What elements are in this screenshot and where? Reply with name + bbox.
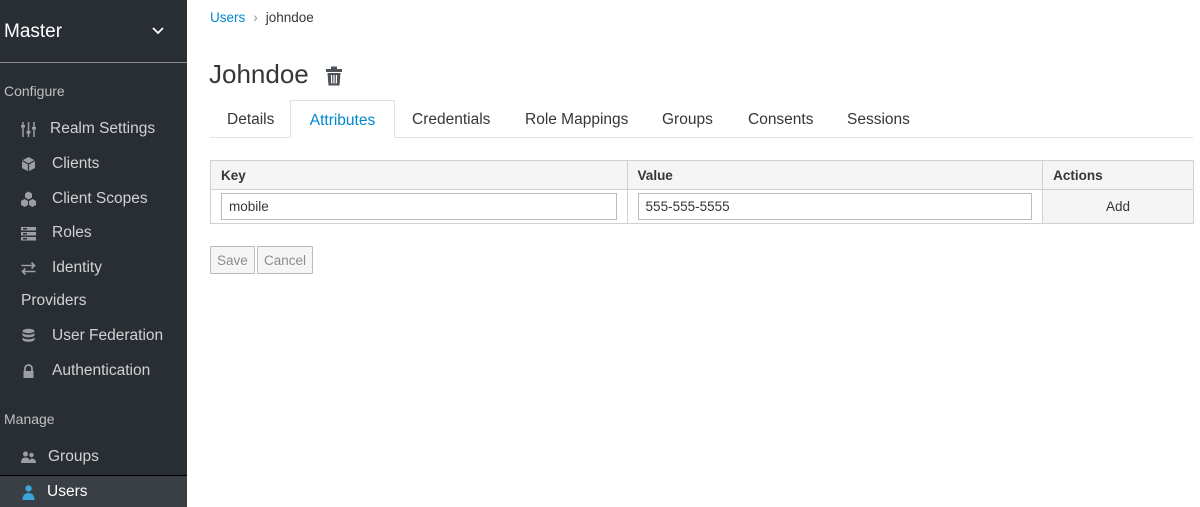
sidebar-item-label: Roles — [52, 224, 92, 241]
value-cell — [626, 189, 1044, 224]
tab-sessions[interactable]: Sessions — [847, 100, 910, 138]
tab-credentials[interactable]: Credentials — [412, 100, 490, 138]
sliders-icon — [21, 122, 36, 137]
users-icon — [21, 451, 36, 463]
breadcrumb-current: johndoe — [265, 10, 314, 25]
cancel-button[interactable]: Cancel — [257, 246, 314, 274]
exchange-icon — [21, 261, 36, 276]
sidebar-item-label: Realm Settings — [50, 120, 156, 137]
section-manage: Manage — [4, 411, 55, 427]
sidebar-item-label: Providers — [21, 292, 87, 309]
cube-icon — [21, 157, 36, 172]
section-configure: Configure — [4, 83, 65, 99]
tab-role-mappings[interactable]: Role Mappings — [525, 100, 628, 138]
tab-groups[interactable]: Groups — [662, 100, 713, 138]
attribute-value-input[interactable] — [637, 193, 1033, 220]
sidebar-item-user-federation[interactable]: User Federation — [0, 321, 187, 351]
tab-attributes[interactable]: Attributes — [290, 100, 395, 138]
sidebar-item-users[interactable]: Users — [0, 475, 187, 507]
sidebar-item-authentication[interactable]: Authentication — [0, 356, 187, 386]
sidebar-item-label: Clients — [52, 155, 100, 172]
table-row: Add — [210, 189, 1194, 224]
tab-details[interactable]: Details — [227, 100, 274, 138]
sidebar-item-clients[interactable]: Clients — [0, 149, 187, 179]
sidebar-item-identity-providers-wrap[interactable]: Providers — [0, 286, 187, 316]
key-cell — [210, 189, 628, 224]
user-icon — [22, 485, 35, 500]
sidebar-item-roles[interactable]: Roles — [0, 218, 187, 248]
sidebar-item-label: Authentication — [52, 362, 151, 379]
sidebar-item-label: Users — [47, 483, 88, 500]
sidebar-item-label: Identity — [52, 259, 102, 276]
column-header-actions: Actions — [1042, 160, 1194, 190]
add-attribute-button[interactable]: Add — [1043, 190, 1193, 223]
sidebar-item-label: Groups — [48, 448, 99, 465]
sidebar-item-realm-settings[interactable]: Realm Settings — [0, 114, 187, 144]
attributes-table: Key Value Actions Add — [210, 160, 1194, 224]
sidebar-item-label: User Federation — [52, 327, 164, 344]
chevron-down-icon — [152, 27, 164, 35]
column-header-value: Value — [626, 160, 1044, 190]
lock-icon — [23, 364, 34, 378]
app-window: Master Configure Realm Settings Clients — [0, 0, 1200, 507]
sidebar-item-client-scopes[interactable]: Client Scopes — [0, 184, 187, 214]
main-content: Users › johndoe Johndoe Details Attributes… — [187, 0, 1200, 507]
breadcrumb: Users › johndoe — [210, 10, 314, 25]
sidebar-item-label: Client Scopes — [52, 190, 148, 207]
save-button[interactable]: Save — [210, 246, 255, 274]
attribute-key-input[interactable] — [221, 193, 617, 220]
user-tabs: Details Attributes Credentials Role Mapp… — [210, 100, 1193, 138]
database-icon — [22, 328, 35, 342]
tab-consents[interactable]: Consents — [748, 100, 813, 138]
trash-icon[interactable] — [325, 66, 343, 86]
page-title: Johndoe — [209, 59, 309, 89]
actions-cell: Add — [1042, 189, 1194, 224]
sidebar-item-groups[interactable]: Groups — [0, 442, 187, 472]
sidebar: Master Configure Realm Settings Clients — [0, 0, 187, 507]
realm-selector[interactable]: Master — [0, 0, 187, 63]
realm-name: Master — [4, 21, 63, 42]
roles-icon — [21, 227, 36, 241]
cubes-icon — [21, 191, 36, 207]
breadcrumb-separator: › — [253, 10, 258, 25]
column-header-key: Key — [210, 160, 628, 190]
breadcrumb-users-link[interactable]: Users — [210, 10, 245, 25]
sidebar-item-identity-providers[interactable]: Identity — [0, 253, 187, 283]
table-header-row: Key Value Actions — [210, 160, 1194, 190]
